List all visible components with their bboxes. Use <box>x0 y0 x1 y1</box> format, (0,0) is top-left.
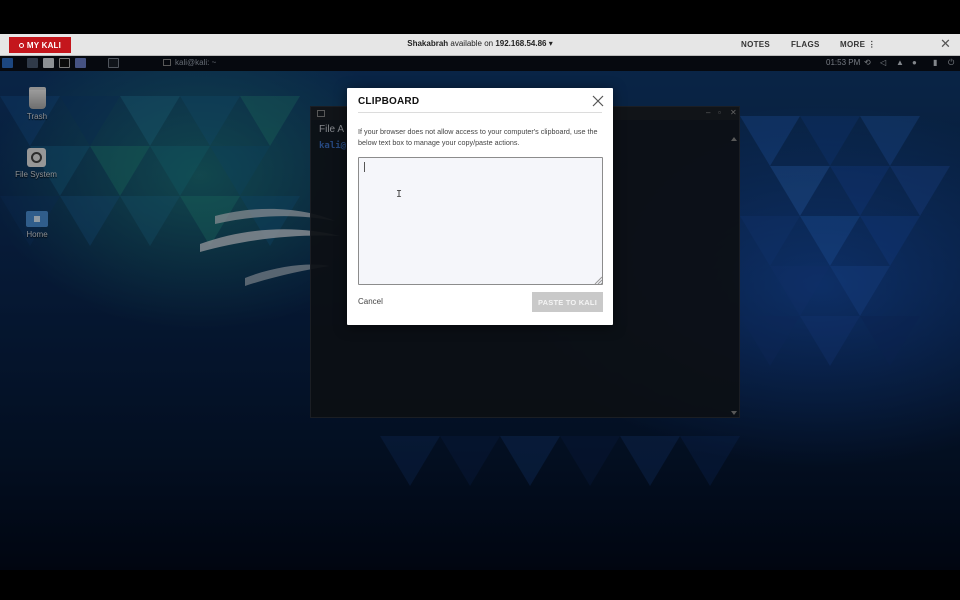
clipboard-modal: CLIPBOARD If your browser does not allow… <box>347 88 613 325</box>
close-icon[interactable] <box>591 94 605 108</box>
modal-description: If your browser does not allow access to… <box>358 127 598 147</box>
resize-grip-icon[interactable] <box>594 276 602 284</box>
letterbox-top <box>0 0 960 34</box>
cancel-button[interactable]: Cancel <box>358 297 383 306</box>
notes-link[interactable]: NOTES <box>741 40 770 49</box>
more-menu[interactable]: MORE ⋮ <box>840 40 876 49</box>
modal-title: CLIPBOARD <box>358 96 420 107</box>
text-caret <box>364 162 365 172</box>
status-middle-text: available on <box>450 39 494 48</box>
machine-ip: 192.168.54.86 <box>495 39 547 48</box>
close-icon[interactable]: ✕ <box>940 37 951 51</box>
clipboard-textarea[interactable] <box>358 157 603 285</box>
machine-name: Shakabrah <box>407 39 449 48</box>
modal-divider <box>358 112 602 113</box>
flags-link[interactable]: FLAGS <box>791 40 820 49</box>
mouse-cursor-icon: I <box>396 189 403 200</box>
top-control-bar: MY KALI Shakabrah available on 192.168.5… <box>0 34 960 56</box>
paste-to-kali-button[interactable]: PASTE TO KALI <box>532 292 603 312</box>
letterbox-bottom <box>0 570 960 600</box>
chevron-down-icon[interactable]: ▾ <box>549 39 553 48</box>
